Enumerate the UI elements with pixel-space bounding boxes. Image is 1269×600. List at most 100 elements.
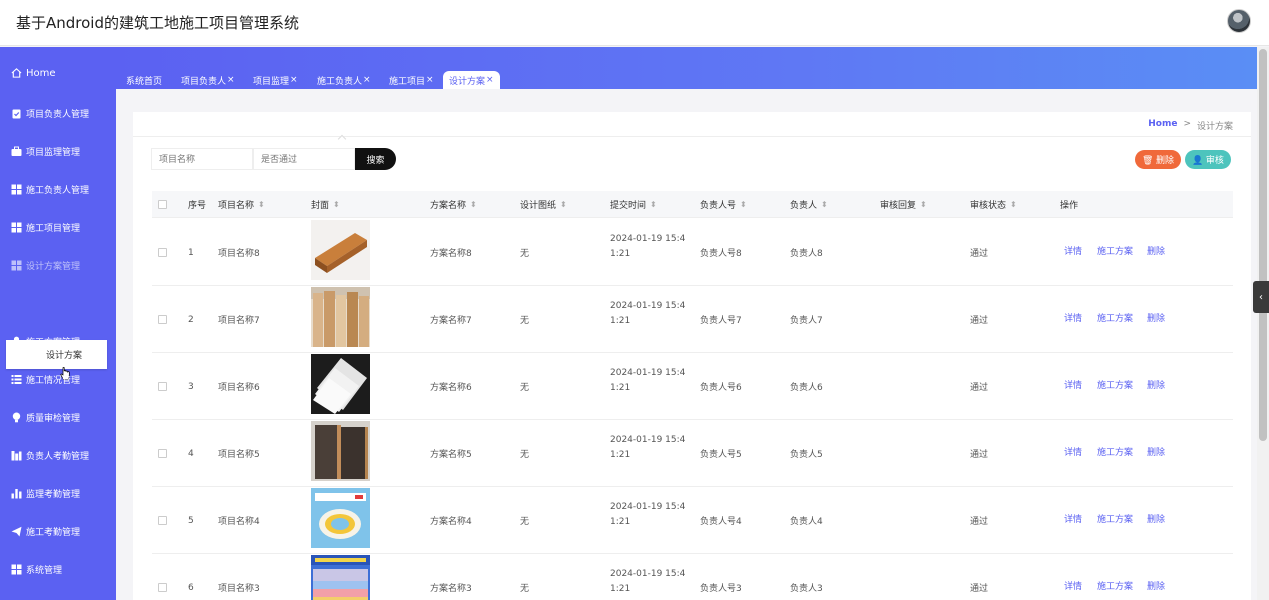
- row-checkbox[interactable]: [158, 420, 167, 487]
- plan-link[interactable]: 施工方案: [1097, 353, 1133, 415]
- row-status: 通过: [970, 517, 989, 527]
- row-drawing: 无: [520, 316, 530, 326]
- cover-image[interactable]: [311, 488, 370, 548]
- sidebar-item-design-scheme[interactable]: 设计方案管理: [0, 253, 116, 277]
- sidebar-item-quality-check[interactable]: 质量审检管理: [0, 405, 116, 429]
- scrollbar-thumb[interactable]: [1259, 49, 1267, 441]
- sidebar-item-supervisor[interactable]: 项目监理管理: [0, 139, 116, 163]
- plan-link[interactable]: 施工方案: [1097, 487, 1133, 549]
- header-project-name[interactable]: 项目名称 ⬍: [218, 191, 265, 218]
- tab-home[interactable]: 系统首页: [120, 71, 168, 89]
- delete-link[interactable]: 删除: [1147, 353, 1165, 415]
- sidebar-item-construction-status[interactable]: 施工情况管理: [0, 367, 116, 391]
- sort-icon: ⬍: [560, 200, 567, 209]
- row-checkbox[interactable]: [158, 286, 167, 353]
- detail-link[interactable]: 详情: [1064, 554, 1082, 600]
- detail-link[interactable]: 详情: [1064, 353, 1082, 415]
- tab-construction-project[interactable]: 施工项目 ×: [383, 71, 440, 89]
- row-drawing: 无: [520, 249, 530, 259]
- cover-image[interactable]: [311, 220, 370, 280]
- row-scheme-name: 方案名称6: [430, 383, 472, 393]
- breadcrumb-home[interactable]: Home: [1148, 119, 1177, 132]
- tab-project-owner[interactable]: 项目负责人 ×: [175, 71, 241, 89]
- page-scrollbar[interactable]: [1257, 47, 1269, 600]
- audit-button[interactable]: 👤 审核: [1185, 150, 1231, 169]
- sidebar-item-label: 施工考勤管理: [26, 527, 81, 538]
- row-scheme-name: 方案名称8: [430, 249, 472, 259]
- search-button[interactable]: 搜索: [355, 148, 396, 170]
- plan-link[interactable]: 施工方案: [1097, 219, 1133, 281]
- header-status[interactable]: 审核状态 ⬍: [970, 191, 1017, 218]
- sidebar-item-project-owner[interactable]: 项目负责人管理: [0, 101, 116, 125]
- row-status: 通过: [970, 316, 989, 326]
- sidebar-item-label: 施工负责人管理: [26, 185, 90, 196]
- header-cover[interactable]: 封面 ⬍: [311, 191, 340, 218]
- close-icon[interactable]: ×: [363, 75, 371, 85]
- breadcrumb: Home > 设计方案: [1148, 119, 1233, 132]
- row-scheme-name: 方案名称4: [430, 517, 472, 527]
- sort-icon: ⬍: [740, 200, 747, 209]
- sidebar-item-construction-owner[interactable]: 施工负责人管理: [0, 177, 116, 201]
- chevron-left-icon[interactable]: ‹: [1253, 281, 1269, 313]
- sidebar-item-system[interactable]: 系统管理: [0, 557, 116, 581]
- close-icon[interactable]: ×: [290, 75, 298, 85]
- select-all-checkbox[interactable]: [158, 191, 167, 218]
- cover-image[interactable]: [311, 287, 370, 347]
- detail-link[interactable]: 详情: [1064, 487, 1082, 549]
- row-checkbox[interactable]: [158, 554, 167, 600]
- row-project-name: 项目名称8: [218, 249, 260, 259]
- cover-image[interactable]: [311, 354, 370, 414]
- tab-supervisor[interactable]: 项目监理 ×: [247, 71, 304, 89]
- detail-link[interactable]: 详情: [1064, 420, 1082, 482]
- detail-link[interactable]: 详情: [1064, 219, 1082, 281]
- project-name-search-input[interactable]: [151, 148, 253, 170]
- user-avatar[interactable]: [1227, 9, 1251, 33]
- delete-link[interactable]: 删除: [1147, 286, 1165, 348]
- header-submit-time[interactable]: 提交时间 ⬍: [610, 191, 657, 218]
- sidebar-item-home[interactable]: Home: [0, 61, 116, 85]
- sort-icon: ⬍: [821, 200, 828, 209]
- trash-icon: 🗑: [1142, 155, 1154, 165]
- row-checkbox[interactable]: [158, 219, 167, 286]
- tab-design-scheme[interactable]: 设计方案 ×: [443, 71, 500, 89]
- close-icon[interactable]: ×: [227, 75, 235, 85]
- row-owner: 负责人3: [790, 584, 823, 594]
- plan-link[interactable]: 施工方案: [1097, 420, 1133, 482]
- send-icon: [11, 526, 22, 537]
- sidebar-item-supervisor-attendance[interactable]: 监理考勤管理: [0, 481, 116, 505]
- header-scheme-name[interactable]: 方案名称 ⬍: [430, 191, 477, 218]
- row-checkbox[interactable]: [158, 353, 167, 420]
- pass-status-search-input[interactable]: [253, 148, 355, 170]
- delete-link[interactable]: 删除: [1147, 487, 1165, 549]
- sidebar-item-construction-attendance[interactable]: 施工考勤管理: [0, 519, 116, 543]
- delete-link[interactable]: 删除: [1147, 219, 1165, 281]
- plan-link[interactable]: 施工方案: [1097, 554, 1133, 600]
- header-reply[interactable]: 审核回复 ⬍: [880, 191, 927, 218]
- row-checkbox[interactable]: [158, 487, 167, 554]
- cover-image[interactable]: [311, 421, 370, 481]
- sidebar-item-construction-plan[interactable]: 施工方案管理: [0, 329, 116, 353]
- sidebar-item-owner-attendance[interactable]: 负责人考勤管理: [0, 443, 116, 467]
- header-drawing[interactable]: 设计图纸 ⬍: [520, 191, 567, 218]
- cover-image[interactable]: [311, 555, 370, 600]
- tab-bar: 系统首页 项目负责人 × 项目监理 × 施工负责人 × 施工项目 × 设计方案 ×: [116, 47, 1257, 89]
- header-owner[interactable]: 负责人 ⬍: [790, 191, 828, 218]
- row-status: 通过: [970, 584, 989, 594]
- header-owner-id[interactable]: 负责人号 ⬍: [700, 191, 747, 218]
- header-ops: 操作: [1060, 201, 1079, 211]
- sidebar-item-label: 设计方案管理: [26, 261, 81, 272]
- delete-link[interactable]: 删除: [1147, 420, 1165, 482]
- sidebar-item-construction-project[interactable]: 施工项目管理: [0, 215, 116, 239]
- sidebar: Home 项目负责人管理 项目监理管理 施工负责人管理 施工项目管理 设计方案管…: [0, 47, 116, 600]
- delete-link[interactable]: 删除: [1147, 554, 1165, 600]
- sidebar-item-label: 施工项目管理: [26, 223, 81, 234]
- plan-link[interactable]: 施工方案: [1097, 286, 1133, 348]
- close-icon[interactable]: ×: [426, 75, 434, 85]
- sidebar-item-label: 负责人考勤管理: [26, 451, 90, 462]
- batch-delete-button[interactable]: 🗑 删除: [1135, 150, 1181, 169]
- row-project-name: 项目名称6: [218, 383, 260, 393]
- close-icon[interactable]: ×: [486, 75, 494, 85]
- detail-link[interactable]: 详情: [1064, 286, 1082, 348]
- tab-construction-owner[interactable]: 施工负责人 ×: [311, 71, 377, 89]
- row-drawing: 无: [520, 450, 530, 460]
